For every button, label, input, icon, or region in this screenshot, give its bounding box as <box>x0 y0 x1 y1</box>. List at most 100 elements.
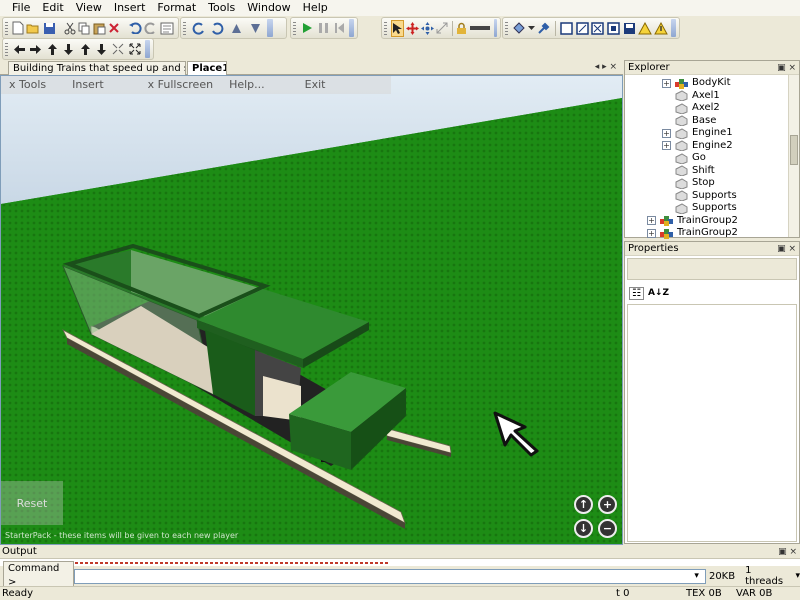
rotate-left-icon[interactable] <box>190 20 207 37</box>
explorer-item[interactable]: + TrainGroup2 <box>647 227 738 239</box>
command-dropdown-icon[interactable]: ▾ <box>694 571 699 581</box>
explorer-item[interactable]: Supports <box>662 190 737 202</box>
sort-alphabetical-icon[interactable]: A↓Z <box>648 288 669 298</box>
gui-help-button[interactable]: Help... <box>221 76 273 94</box>
menu-window[interactable]: Window <box>241 0 296 16</box>
toolbar-overflow-icon[interactable] <box>267 19 273 37</box>
arrow-back-icon[interactable] <box>94 41 108 58</box>
arrow-up-icon[interactable] <box>45 41 59 58</box>
lock-icon[interactable] <box>456 20 467 37</box>
expand-toggle-icon[interactable]: + <box>647 228 656 238</box>
pause-icon[interactable] <box>316 20 330 37</box>
gui-exit-button[interactable]: Exit <box>297 76 334 94</box>
toolbar-overflow-icon[interactable] <box>144 40 150 58</box>
anchor-icon[interactable] <box>469 20 491 37</box>
explorer-item[interactable]: + BodyKit <box>662 77 731 89</box>
explorer-item[interactable]: Shift <box>662 165 715 177</box>
play-icon[interactable] <box>300 20 314 37</box>
cut-icon[interactable] <box>64 20 76 37</box>
command-input[interactable] <box>74 568 707 584</box>
explorer-item[interactable]: Stop <box>662 177 715 190</box>
explorer-item[interactable]: Base <box>662 115 716 127</box>
tilt-up-icon[interactable] <box>228 20 245 37</box>
menu-tools[interactable]: Tools <box>202 0 241 16</box>
explorer-scrollbar[interactable] <box>788 75 799 237</box>
output-header: Output ▣ × <box>0 545 800 559</box>
gui-insert-button[interactable]: Insert <box>64 76 112 94</box>
tab-place1[interactable]: Place1 <box>187 61 227 76</box>
camera-zoom-in-button[interactable]: + <box>598 495 617 514</box>
arrow-forward-icon[interactable] <box>78 41 92 58</box>
arrow-right-icon[interactable] <box>28 41 42 58</box>
reset-button[interactable]: Reset <box>1 481 63 525</box>
camera-zoom-out-button[interactable]: − <box>598 519 617 538</box>
explorer-item[interactable]: Go <box>662 152 706 165</box>
open-folder-icon[interactable] <box>26 20 41 37</box>
save-icon[interactable] <box>43 20 56 37</box>
scrollbar-thumb[interactable] <box>790 135 798 165</box>
warning-icon[interactable] <box>638 20 652 37</box>
dropdown-arrow-icon[interactable] <box>528 20 535 37</box>
explorer-item[interactable]: + TrainGroup2 <box>647 215 738 227</box>
dropper-icon[interactable] <box>537 20 551 37</box>
select-children-icon[interactable] <box>160 20 174 37</box>
expand-toggle-icon[interactable]: + <box>662 141 671 150</box>
gui-fullscreen-button[interactable]: x Fullscreen <box>140 76 221 94</box>
group-icon[interactable] <box>560 20 574 37</box>
ungroup-icon[interactable] <box>575 20 589 37</box>
3d-viewport[interactable]: x Tools Insert x Fullscreen Help... Exit… <box>0 75 623 545</box>
pin-close-controls[interactable]: ▣ × <box>777 242 796 256</box>
undo-icon[interactable] <box>128 20 142 37</box>
scale-icon[interactable] <box>436 20 448 37</box>
part-icon <box>675 202 688 215</box>
tab-building-trains[interactable]: Building Trains that speed up and slow d… <box>8 61 186 75</box>
explorer-item[interactable]: + Engine1 <box>662 127 733 140</box>
save-model-icon[interactable] <box>622 20 636 37</box>
toolbar-overflow-icon[interactable] <box>494 19 497 37</box>
expand-icon[interactable] <box>127 41 141 58</box>
reset-icon[interactable] <box>332 20 346 37</box>
new-file-icon[interactable] <box>12 20 24 37</box>
sort-category-icon[interactable]: ☷ <box>629 286 644 300</box>
gui-tools-button[interactable]: x Tools <box>1 76 54 94</box>
properties-search-box[interactable] <box>627 258 797 280</box>
move-icon[interactable] <box>406 20 419 37</box>
menu-insert[interactable]: Insert <box>108 0 152 16</box>
copy-icon[interactable] <box>78 20 91 37</box>
menu-view[interactable]: View <box>70 0 108 16</box>
expand-toggle-icon[interactable]: + <box>662 128 671 138</box>
rotate-right-icon[interactable] <box>209 20 226 37</box>
tilt-down-icon[interactable] <box>247 20 264 37</box>
explorer-item[interactable]: Axel2 <box>662 102 720 115</box>
collapse-icon[interactable] <box>111 41 125 58</box>
toolbar-overflow-icon[interactable] <box>349 19 354 37</box>
expand-toggle-icon[interactable]: + <box>647 216 656 225</box>
paste-icon[interactable] <box>93 20 106 37</box>
toolbar-overflow-icon[interactable] <box>671 19 676 37</box>
warning-alt-icon[interactable] <box>654 20 668 37</box>
explorer-item[interactable]: Axel1 <box>662 90 720 102</box>
tab-scroll-close-controls[interactable]: ◂ ▸ × <box>595 61 617 73</box>
menu-help[interactable]: Help <box>297 0 334 16</box>
game-gui-bar: x Tools Insert x Fullscreen Help... Exit <box>1 76 391 94</box>
glue-icon[interactable] <box>607 20 621 37</box>
explorer-item[interactable]: + Engine2 <box>662 140 733 152</box>
menu-file[interactable]: File <box>6 0 36 16</box>
redo-icon[interactable] <box>144 20 158 37</box>
delete-icon[interactable] <box>108 20 120 37</box>
camera-tilt-up-button[interactable]: ↑ <box>574 495 593 514</box>
explorer-item[interactable]: Supports <box>662 202 737 215</box>
menu-edit[interactable]: Edit <box>36 0 69 16</box>
weld-icon[interactable] <box>591 20 605 37</box>
command-menu-icon[interactable]: ▾ <box>795 571 800 581</box>
paint-bucket-icon[interactable] <box>512 20 526 37</box>
resize-icon[interactable] <box>421 20 434 37</box>
pin-close-controls[interactable]: ▣ × <box>778 545 797 559</box>
pin-close-controls[interactable]: ▣ × <box>777 61 796 75</box>
expand-toggle-icon[interactable]: + <box>662 78 671 88</box>
pointer-icon[interactable] <box>391 19 404 37</box>
camera-tilt-down-button[interactable]: ↓ <box>574 519 593 538</box>
menu-format[interactable]: Format <box>151 0 202 16</box>
arrow-down-icon[interactable] <box>61 41 75 58</box>
arrow-left-icon[interactable] <box>12 41 26 58</box>
